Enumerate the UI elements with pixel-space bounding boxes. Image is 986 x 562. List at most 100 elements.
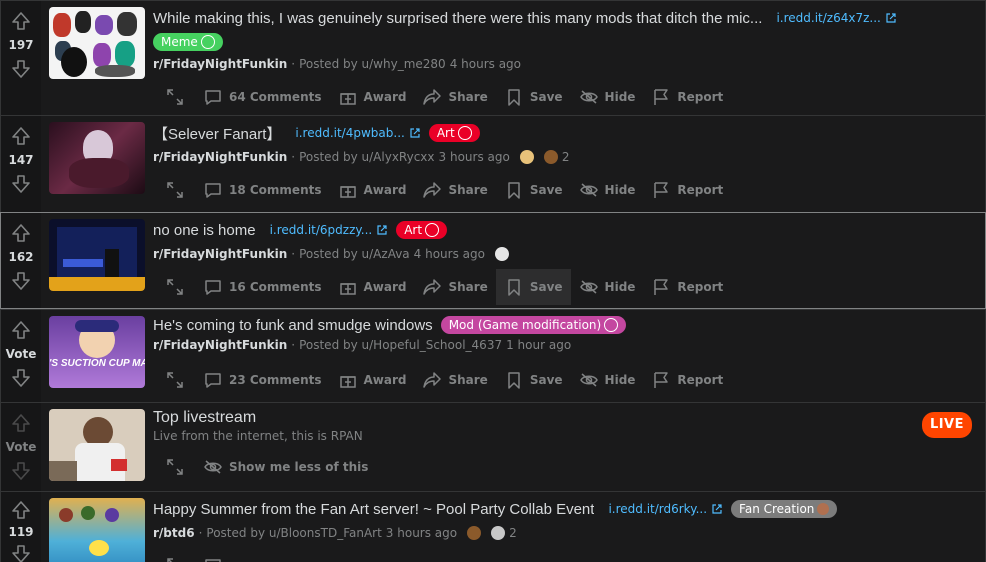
post-card[interactable]: 197 While making this, I was genuinely s… [0,0,986,115]
comments-button[interactable]: 16 Comments [195,269,330,305]
post-time[interactable]: 3 hours ago [439,150,510,164]
post-domain-link[interactable]: i.redd.it/z64x7z... [776,11,896,25]
post-title[interactable]: While making this, I was genuinely surpr… [153,10,762,27]
post-thumbnail[interactable]: 'S SUCTION CUP MAI [49,316,145,388]
share-button[interactable]: Share [414,269,495,305]
post-thumbnail[interactable] [49,7,145,79]
save-button[interactable]: Save [496,172,571,208]
upvote-icon[interactable] [9,500,33,520]
upvote-icon[interactable] [9,318,33,342]
post-title[interactable]: 【Selever Fanart】 [153,123,281,144]
expand-button[interactable] [155,362,195,398]
comments-label: 64 Comments [229,90,322,104]
hide-button[interactable]: Hide [571,172,644,208]
post-meta: r/FridayNightFunkin · Posted by u/AzAva … [153,243,985,265]
posted-by[interactable]: Posted by u/Hopeful_School_4637 [299,338,502,352]
downvote-icon[interactable] [9,57,33,81]
award-button[interactable]: Award [330,79,415,115]
subreddit-link[interactable]: r/FridayNightFunkin [153,338,287,352]
award-badge-icon[interactable] [491,526,506,540]
hide-eye-icon [203,457,223,477]
comments-button[interactable] [195,548,231,562]
subreddit-link[interactable]: r/FridayNightFunkin [153,247,287,261]
award-poop-icon[interactable] [467,526,482,540]
downvote-icon[interactable] [9,269,33,293]
expand-button[interactable] [155,269,195,305]
post-card[interactable]: 147 【Selever Fanart】 i.redd.it/4pwbab...… [0,115,986,212]
report-button[interactable]: Report [643,269,731,305]
downvote-icon[interactable] [9,366,33,390]
posted-by[interactable]: Posted by u/AzAva [299,247,410,261]
post-domain-link[interactable]: i.redd.it/6pdzzy... [270,223,389,237]
hide-button[interactable]: Hide [571,79,644,115]
post-thumbnail[interactable] [49,219,145,291]
subreddit-link[interactable]: r/btd6 [153,526,195,540]
show-less-button[interactable]: Show me less of this [195,449,376,485]
report-button[interactable]: Report [643,79,731,115]
save-button[interactable]: Save [496,79,571,115]
expand-button[interactable] [155,548,195,562]
post-title[interactable]: He's coming to funk and smudge windows [153,317,433,334]
post-flair[interactable]: Meme [153,33,223,51]
post-time[interactable]: 4 hours ago [450,57,521,71]
expand-button[interactable] [155,79,195,115]
upvote-icon[interactable] [9,9,33,33]
post-flair[interactable]: Art [428,124,480,142]
post-time[interactable]: 3 hours ago [386,526,457,540]
comments-button[interactable]: 23 Comments [195,362,330,398]
stream-thumbnail[interactable] [49,409,145,481]
post-time[interactable]: 1 hour ago [506,338,571,352]
post-time[interactable]: 4 hours ago [414,247,485,261]
posted-by[interactable]: Posted by u/BloonsTD_FanArt [206,526,381,540]
expand-button[interactable] [155,449,195,485]
post-thumbnail[interactable] [49,498,145,562]
hide-button[interactable]: Hide [571,269,644,305]
upvote-icon[interactable] [9,221,33,245]
live-badge[interactable]: LIVE [921,412,972,438]
post-flair[interactable]: Fan Creation [731,500,838,518]
subreddit-link[interactable]: r/FridayNightFunkin [153,150,287,164]
post-flair[interactable]: Mod (Game modification) [440,316,627,334]
upvote-icon[interactable] [9,124,33,148]
award-button[interactable] [231,548,267,562]
share-button[interactable]: Share [414,172,495,208]
post-flair[interactable]: Art [396,221,448,239]
downvote-icon[interactable] [9,544,33,562]
save-button[interactable]: Save [496,362,571,398]
comments-button[interactable]: 64 Comments [195,79,330,115]
hide-button[interactable]: Hide [571,362,644,398]
stream-title[interactable]: Top livestream [153,409,256,427]
comments-button[interactable]: 18 Comments [195,172,330,208]
award-poop-icon[interactable] [543,150,558,164]
vote-score: 197 [8,38,34,52]
post-domain-link[interactable]: i.redd.it/4pwbab... [295,126,420,140]
award-badge-icon[interactable] [519,150,534,164]
award-button[interactable]: Award [330,172,415,208]
share-button[interactable]: Share [414,362,495,398]
livestream-card[interactable]: Vote Top livestream Live from the intern… [0,402,986,491]
report-label: Report [677,90,724,104]
award-button[interactable]: Award [330,362,415,398]
posted-by[interactable]: Posted by u/why_me280 [299,57,446,71]
post-card[interactable]: 119 Happy Summer from the Fan Art server… [0,491,986,562]
share-label: Share [448,280,488,294]
save-button[interactable]: Save [495,269,571,305]
save-label: Save [529,90,563,104]
downvote-icon[interactable] [9,459,33,483]
post-title[interactable]: Happy Summer from the Fan Art server! ~ … [153,501,594,518]
award-button[interactable]: Award [330,269,415,305]
expand-button[interactable] [155,172,195,208]
posted-by[interactable]: Posted by u/AlyxRycxx [299,150,434,164]
subreddit-link[interactable]: r/FridayNightFunkin [153,57,287,71]
report-button[interactable]: Report [643,172,731,208]
post-thumbnail[interactable] [49,122,145,194]
upvote-icon[interactable] [9,411,33,435]
share-button[interactable]: Share [414,79,495,115]
post-card[interactable]: Vote 'S SUCTION CUP MAI He's coming to f… [0,309,986,402]
award-badge-icon[interactable] [494,247,509,261]
post-title[interactable]: no one is home [153,222,256,239]
post-card[interactable]: 162 no one is home i.redd.it/6pdzzy... A… [0,212,986,309]
downvote-icon[interactable] [9,172,33,196]
post-domain-link[interactable]: i.redd.it/rd6rky... [608,502,723,516]
report-button[interactable]: Report [643,362,731,398]
